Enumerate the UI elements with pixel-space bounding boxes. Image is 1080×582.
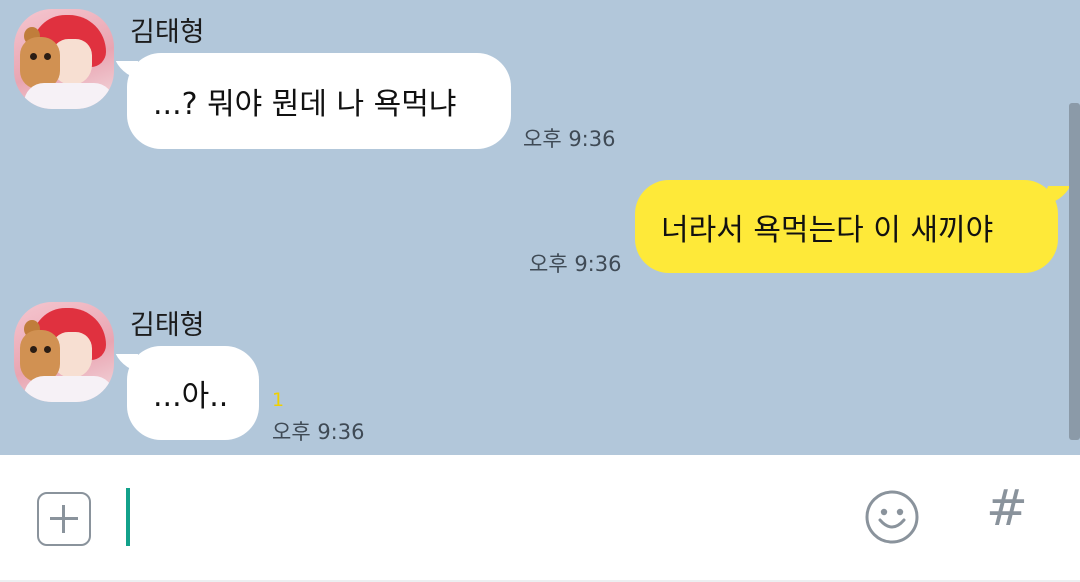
message-time: 오후 9:36 (272, 420, 365, 444)
message-bubble[interactable]: ...아.. (127, 346, 259, 440)
plus-square-icon[interactable] (37, 492, 91, 546)
message-time: 오후 9:36 (529, 252, 622, 276)
hashtag-icon[interactable]: # (986, 483, 1028, 533)
message-bubble[interactable]: ...? 뭐야 뭔데 나 욕먹냐 (127, 53, 511, 149)
input-bar: # (0, 455, 1080, 582)
message-input[interactable] (118, 485, 842, 553)
message-bubble-outgoing[interactable]: 너라서 욕먹는다 이 새끼야 (635, 180, 1058, 273)
sender-name: 김태형 (130, 17, 205, 48)
avatar[interactable] (14, 302, 114, 402)
avatar[interactable] (14, 9, 114, 109)
message-time: 오후 9:36 (523, 127, 616, 151)
sender-name: 김태형 (130, 310, 205, 341)
smiley-icon[interactable] (864, 489, 920, 545)
chat-area: 김태형 ...? 뭐야 뭔데 나 욕먹냐 오후 9:36 오후 9:36 너라서… (0, 0, 1080, 455)
text-cursor (126, 488, 130, 546)
unread-count: 1 (272, 389, 285, 411)
scrollbar[interactable] (1069, 103, 1080, 440)
